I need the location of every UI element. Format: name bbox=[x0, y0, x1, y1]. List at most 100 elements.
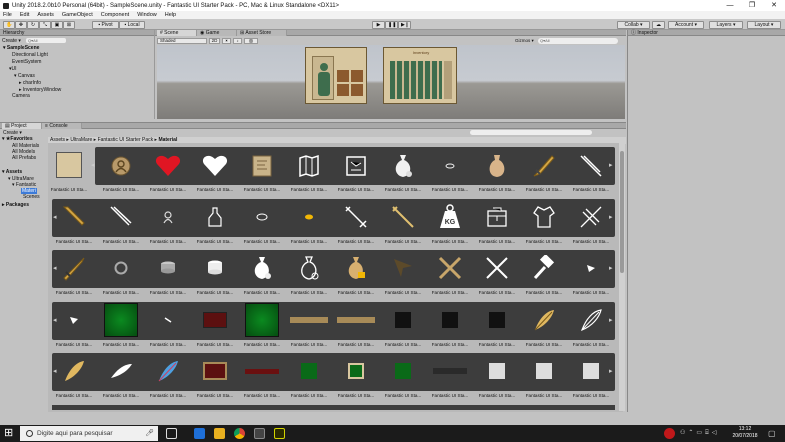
asset-cell[interactable] bbox=[289, 200, 329, 234]
asset-cell[interactable] bbox=[571, 354, 611, 388]
inspector-tab[interactable]: Inspector bbox=[637, 30, 658, 36]
tree-favorites[interactable]: ▾ ★Favorites bbox=[2, 136, 33, 142]
collapse-arrow-icon[interactable]: ◂ bbox=[53, 316, 57, 324]
step-button[interactable]: ▶❙ bbox=[398, 21, 411, 29]
edge-browser-icon[interactable] bbox=[194, 428, 205, 439]
asset-cell[interactable] bbox=[242, 303, 282, 337]
menu-edit[interactable]: Edit bbox=[20, 12, 29, 18]
asset-cell[interactable] bbox=[242, 354, 282, 388]
asset-cell[interactable] bbox=[477, 251, 517, 285]
pivot-button[interactable]: ▪ Pivot bbox=[92, 21, 119, 29]
scene-view[interactable]: Inventory bbox=[157, 45, 625, 119]
hierarchy-item-eventsystem[interactable]: EventSystem bbox=[12, 59, 41, 65]
asset-cell[interactable] bbox=[54, 251, 94, 285]
asset-cell[interactable] bbox=[195, 354, 235, 388]
hierarchy-item-samplescene[interactable]: ▾ SampleScene bbox=[3, 45, 39, 51]
effects-toggle[interactable]: ▨ bbox=[244, 38, 258, 44]
play-button[interactable]: ▶ bbox=[372, 21, 385, 29]
tab-project[interactable]: ▤ Project bbox=[2, 123, 42, 129]
asset-cell[interactable] bbox=[242, 200, 282, 234]
asset-cell[interactable] bbox=[195, 251, 235, 285]
project-search-input[interactable] bbox=[470, 130, 592, 135]
tab-asset-store[interactable]: ⊞ Asset Store bbox=[237, 30, 287, 36]
transform-tool-button[interactable]: ⊠ bbox=[63, 21, 75, 29]
tree-assets[interactable]: ▾ Assets bbox=[2, 169, 22, 175]
asset-cell[interactable] bbox=[524, 149, 564, 183]
expand-arrow-icon[interactable]: ▸ bbox=[609, 316, 613, 324]
asset-cell[interactable] bbox=[524, 354, 564, 388]
2d-toggle[interactable]: 2D bbox=[209, 38, 220, 44]
asset-cell[interactable] bbox=[477, 149, 517, 183]
maximize-button[interactable]: ❐ bbox=[741, 0, 763, 11]
windows-start-icon[interactable]: ⊞ bbox=[4, 428, 15, 439]
menu-file[interactable]: File bbox=[3, 12, 12, 18]
hierarchy-tab[interactable]: Hierarchy bbox=[3, 30, 24, 36]
asset-cell[interactable] bbox=[101, 354, 141, 388]
hierarchy-item-canvas[interactable]: ▾ Canvas bbox=[14, 73, 35, 79]
hand-tool-button[interactable]: ✋ bbox=[3, 21, 15, 29]
menu-help[interactable]: Help bbox=[165, 12, 176, 18]
scale-tool-button[interactable]: ⤡ bbox=[39, 21, 51, 29]
tab-console[interactable]: ≡ Console bbox=[42, 123, 82, 129]
scrollbar-thumb[interactable] bbox=[620, 151, 624, 273]
system-tray[interactable]: ⚇⌃▭⌸◁ bbox=[680, 429, 719, 437]
asset-cell[interactable] bbox=[54, 303, 94, 337]
asset-cell[interactable] bbox=[430, 251, 470, 285]
shading-dropdown[interactable]: Shaded bbox=[157, 38, 207, 44]
hierarchy-item-ui[interactable]: ▾UI bbox=[9, 66, 17, 72]
tree-item[interactable]: Scenes bbox=[23, 194, 40, 200]
asset-cell[interactable] bbox=[242, 149, 282, 183]
collapse-arrow-icon[interactable]: ◂ bbox=[91, 161, 95, 169]
asset-cell[interactable] bbox=[524, 303, 564, 337]
tree-packages[interactable]: ▸ Packages bbox=[2, 202, 29, 208]
asset-cell[interactable]: KG bbox=[430, 200, 470, 234]
project-scrollbar[interactable] bbox=[619, 143, 625, 411]
asset-cell[interactable] bbox=[148, 149, 188, 183]
clock[interactable]: 13:12 20/07/2018 bbox=[725, 426, 765, 441]
asset-cell[interactable] bbox=[195, 303, 235, 337]
hierarchy-item-charinfo[interactable]: ▸ charInfo bbox=[19, 80, 41, 86]
asset-cell[interactable] bbox=[195, 200, 235, 234]
prefab-thumbnail[interactable] bbox=[56, 152, 82, 178]
audio-toggle[interactable]: ♪ bbox=[233, 38, 242, 44]
asset-cell[interactable] bbox=[289, 303, 329, 337]
asset-cell[interactable] bbox=[101, 251, 141, 285]
asset-cell[interactable] bbox=[101, 303, 141, 337]
hierarchy-create-button[interactable]: Create ▾ bbox=[2, 38, 21, 44]
pause-button[interactable]: ❚❚ bbox=[385, 21, 398, 29]
lighting-toggle[interactable]: ☀ bbox=[222, 38, 231, 44]
cloud-button[interactable]: ☁ bbox=[652, 21, 665, 29]
unity-taskbar-icon[interactable] bbox=[254, 428, 265, 439]
asset-cell[interactable] bbox=[430, 303, 470, 337]
asset-cell[interactable] bbox=[336, 354, 376, 388]
expand-arrow-icon[interactable]: ▸ bbox=[609, 213, 613, 221]
microphone-icon[interactable]: 🎤︎ bbox=[145, 429, 154, 437]
hierarchy-search-input[interactable]: Q▾All bbox=[26, 38, 66, 43]
asset-cell[interactable] bbox=[383, 251, 423, 285]
hierarchy-item-light[interactable]: Directional Light bbox=[12, 52, 48, 58]
asset-cell[interactable] bbox=[477, 200, 517, 234]
asset-cell[interactable] bbox=[477, 354, 517, 388]
asset-cell[interactable] bbox=[148, 354, 188, 388]
collapse-arrow-icon[interactable]: ◂ bbox=[53, 367, 57, 375]
asset-cell[interactable] bbox=[571, 200, 611, 234]
asset-cell[interactable] bbox=[289, 354, 329, 388]
asset-cell[interactable] bbox=[101, 149, 141, 183]
asset-cell[interactable] bbox=[195, 149, 235, 183]
tray-app-icon[interactable] bbox=[664, 428, 675, 439]
asset-cell[interactable] bbox=[383, 303, 423, 337]
asset-cell[interactable] bbox=[148, 303, 188, 337]
menu-window[interactable]: Window bbox=[137, 12, 157, 18]
close-button[interactable]: ✕ bbox=[763, 0, 785, 11]
asset-cell[interactable] bbox=[336, 149, 376, 183]
expand-arrow-icon[interactable]: ▸ bbox=[609, 161, 613, 169]
chrome-icon[interactable] bbox=[234, 428, 245, 439]
asset-cell[interactable] bbox=[430, 149, 470, 183]
asset-cell[interactable] bbox=[148, 200, 188, 234]
asset-cell[interactable] bbox=[571, 251, 611, 285]
asset-cell[interactable] bbox=[54, 200, 94, 234]
taskbar-search-input[interactable]: Digite aqui para pesquisar 🎤︎ bbox=[20, 426, 158, 441]
asset-cell[interactable] bbox=[101, 200, 141, 234]
asset-cell[interactable] bbox=[383, 149, 423, 183]
asset-cell[interactable] bbox=[336, 251, 376, 285]
